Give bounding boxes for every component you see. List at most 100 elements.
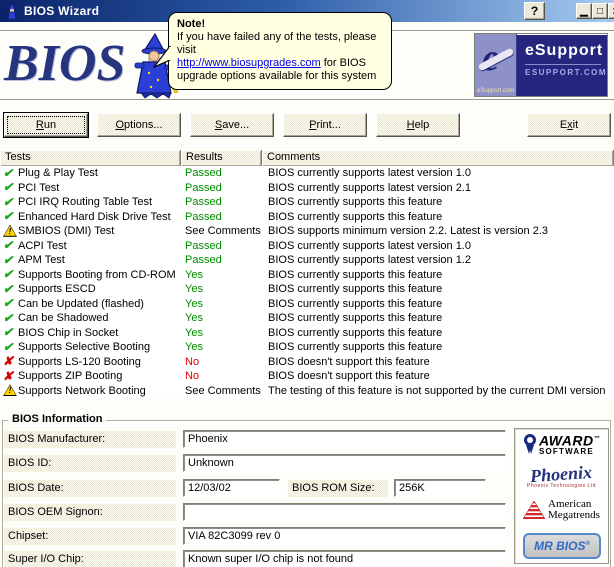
result-check-icon bbox=[3, 167, 18, 180]
maximize-button[interactable]: □ bbox=[592, 3, 608, 19]
test-result: See Comments bbox=[185, 384, 261, 397]
test-comment: BIOS doesn't support this feature bbox=[268, 370, 430, 383]
test-result: Passed bbox=[185, 196, 222, 209]
table-row[interactable]: Can be Updated (flashed) Yes BIOS currentl… bbox=[0, 297, 614, 312]
test-name: SMBIOS (DMI) Test bbox=[18, 225, 115, 238]
result-check-icon bbox=[3, 254, 18, 267]
test-name: PCI IRQ Routing Table Test bbox=[18, 196, 153, 209]
bios-rom-size-label: BIOS ROM Size: bbox=[288, 480, 388, 497]
table-row[interactable]: Supports LS-120 Booting No BIOS doesn't su… bbox=[0, 355, 614, 370]
table-row[interactable]: Enhanced Hard Disk Drive Test Passed BIOS … bbox=[0, 210, 614, 225]
test-comment: BIOS currently supports this feature bbox=[268, 268, 443, 281]
test-comment: BIOS currently supports this feature bbox=[268, 341, 443, 354]
result-check-icon bbox=[3, 341, 18, 354]
result-check-icon bbox=[3, 297, 18, 310]
test-name: Supports ESCD bbox=[18, 283, 96, 296]
chipset-label: Chipset: bbox=[4, 528, 176, 545]
esupport-rule bbox=[524, 64, 601, 65]
test-name: Enhanced Hard Disk Drive Test bbox=[18, 210, 171, 223]
bios-id-label: BIOS ID: bbox=[4, 455, 176, 472]
result-check-icon bbox=[3, 326, 18, 339]
test-comment: BIOS currently supports this feature bbox=[268, 210, 443, 223]
bios-manufacturer-field[interactable] bbox=[183, 430, 506, 448]
close-button[interactable]: × bbox=[608, 3, 614, 19]
table-row[interactable]: APM Test Passed BIOS currently supports la… bbox=[0, 253, 614, 268]
note-title: Note! bbox=[177, 18, 206, 30]
super-io-chip-field[interactable] bbox=[183, 550, 506, 567]
bios-date-label: BIOS Date: bbox=[4, 480, 176, 497]
test-comment: BIOS currently supports this feature bbox=[268, 326, 443, 339]
test-comment: BIOS currently supports this feature bbox=[268, 196, 443, 209]
table-row[interactable]: Plug & Play Test Passed BIOS currently sup… bbox=[0, 166, 614, 181]
test-comment: BIOS supports minimum version 2.2. Lates… bbox=[268, 225, 549, 238]
table-row[interactable]: Supports ESCD Yes BIOS currently supports … bbox=[0, 282, 614, 297]
run-button[interactable]: Run bbox=[4, 113, 88, 137]
bios-logo-text: BIOS bbox=[4, 35, 126, 92]
esupport-name: eSupport bbox=[524, 42, 604, 59]
test-result: Yes bbox=[185, 341, 203, 354]
bios-oem-signon-field[interactable] bbox=[183, 503, 506, 521]
test-result: Passed bbox=[185, 254, 222, 267]
test-result: Passed bbox=[185, 167, 222, 180]
tests-table-header: Tests Results Comments bbox=[0, 150, 614, 166]
exit-button[interactable]: Exit bbox=[527, 113, 611, 137]
result-check-icon bbox=[3, 268, 18, 281]
esupport-logo[interactable]: e eSupport.com eSupport ESUPPORT.COM bbox=[474, 33, 608, 97]
test-name: Supports Booting from CD-ROM bbox=[18, 268, 176, 281]
minimize-button[interactable]: ▁ bbox=[576, 3, 592, 19]
print-button[interactable]: Print... bbox=[283, 113, 367, 137]
options-button[interactable]: Options... bbox=[97, 113, 181, 137]
table-row[interactable]: Supports Network Booting See Comments The … bbox=[0, 384, 614, 399]
esupport-emblem-caption: eSupport.com bbox=[477, 88, 515, 94]
test-name: Supports Selective Booting bbox=[18, 341, 151, 354]
chipset-field[interactable] bbox=[183, 527, 506, 545]
test-name: Can be Shadowed bbox=[18, 312, 109, 325]
test-name: BIOS Chip in Socket bbox=[18, 326, 119, 339]
column-header-comments[interactable]: Comments bbox=[262, 150, 614, 166]
bios-date-field[interactable] bbox=[183, 479, 280, 497]
help-titlebar-button[interactable]: ? bbox=[524, 2, 545, 20]
test-result: Passed bbox=[185, 181, 222, 194]
test-name: ACPI Test bbox=[18, 239, 67, 252]
table-row[interactable]: PCI Test Passed BIOS currently supports la… bbox=[0, 181, 614, 196]
test-name: Plug & Play Test bbox=[18, 167, 98, 180]
bios-rom-size-field[interactable] bbox=[394, 479, 486, 497]
bios-id-field[interactable] bbox=[183, 454, 506, 472]
column-header-tests[interactable]: Tests bbox=[0, 150, 181, 166]
result-cross-icon bbox=[3, 355, 18, 368]
table-row[interactable]: BIOS Chip in Socket Yes BIOS currently sup… bbox=[0, 326, 614, 341]
help-button[interactable]: Help bbox=[376, 113, 460, 137]
note-line1: If you have failed any of the tests, ple… bbox=[177, 31, 377, 56]
table-row[interactable]: ACPI Test Passed BIOS currently supports l… bbox=[0, 239, 614, 254]
table-row[interactable]: Supports Booting from CD-ROM Yes BIOS curr… bbox=[0, 268, 614, 283]
table-row[interactable]: Supports ZIP Booting No BIOS doesn't suppo… bbox=[0, 369, 614, 384]
save-button[interactable]: Save... bbox=[190, 113, 274, 137]
test-result: Yes bbox=[185, 283, 203, 296]
test-result: Yes bbox=[185, 297, 203, 310]
table-row[interactable]: Can be Shadowed Yes BIOS currently support… bbox=[0, 311, 614, 326]
bios-oem-signon-label: BIOS OEM Signon: bbox=[4, 504, 176, 521]
test-name: Supports LS-120 Booting bbox=[18, 355, 141, 368]
result-check-icon bbox=[3, 196, 18, 209]
table-row[interactable]: Supports Selective Booting Yes BIOS curren… bbox=[0, 340, 614, 355]
table-row[interactable]: PCI IRQ Routing Table Test Passed BIOS cur… bbox=[0, 195, 614, 210]
test-comment: BIOS currently supports latest version 1… bbox=[268, 239, 471, 252]
test-name: Supports Network Booting bbox=[18, 384, 146, 397]
american-megatrends-logo: American Megatrends bbox=[515, 499, 608, 521]
test-result: Yes bbox=[185, 268, 203, 281]
ami-triangle-icon bbox=[523, 501, 546, 519]
biosupgrades-link[interactable]: http://www.biosupgrades.com bbox=[177, 57, 321, 69]
test-name: PCI Test bbox=[18, 181, 60, 194]
test-result: No bbox=[185, 355, 200, 368]
app-wizard-icon bbox=[7, 3, 17, 19]
table-row[interactable]: SMBIOS (DMI) Test See Comments BIOS suppor… bbox=[0, 224, 614, 239]
bios-wizard-window: BIOS Wizard ? ▁ □ × BIOS Wizard Note! If… bbox=[0, 0, 614, 567]
divider bbox=[0, 99, 614, 101]
bios-manufacturer-label: BIOS Manufacturer: bbox=[4, 431, 176, 448]
test-result: Passed bbox=[185, 239, 222, 252]
column-header-results[interactable]: Results bbox=[181, 150, 262, 166]
tooltip-tail bbox=[153, 46, 171, 68]
test-result: Passed bbox=[185, 210, 222, 223]
vendor-logos-panel: AWARD™ SOFTWARE Phoenix Phoenix Technolo… bbox=[514, 428, 609, 564]
award-software-logo: AWARD™ SOFTWARE bbox=[515, 433, 608, 456]
